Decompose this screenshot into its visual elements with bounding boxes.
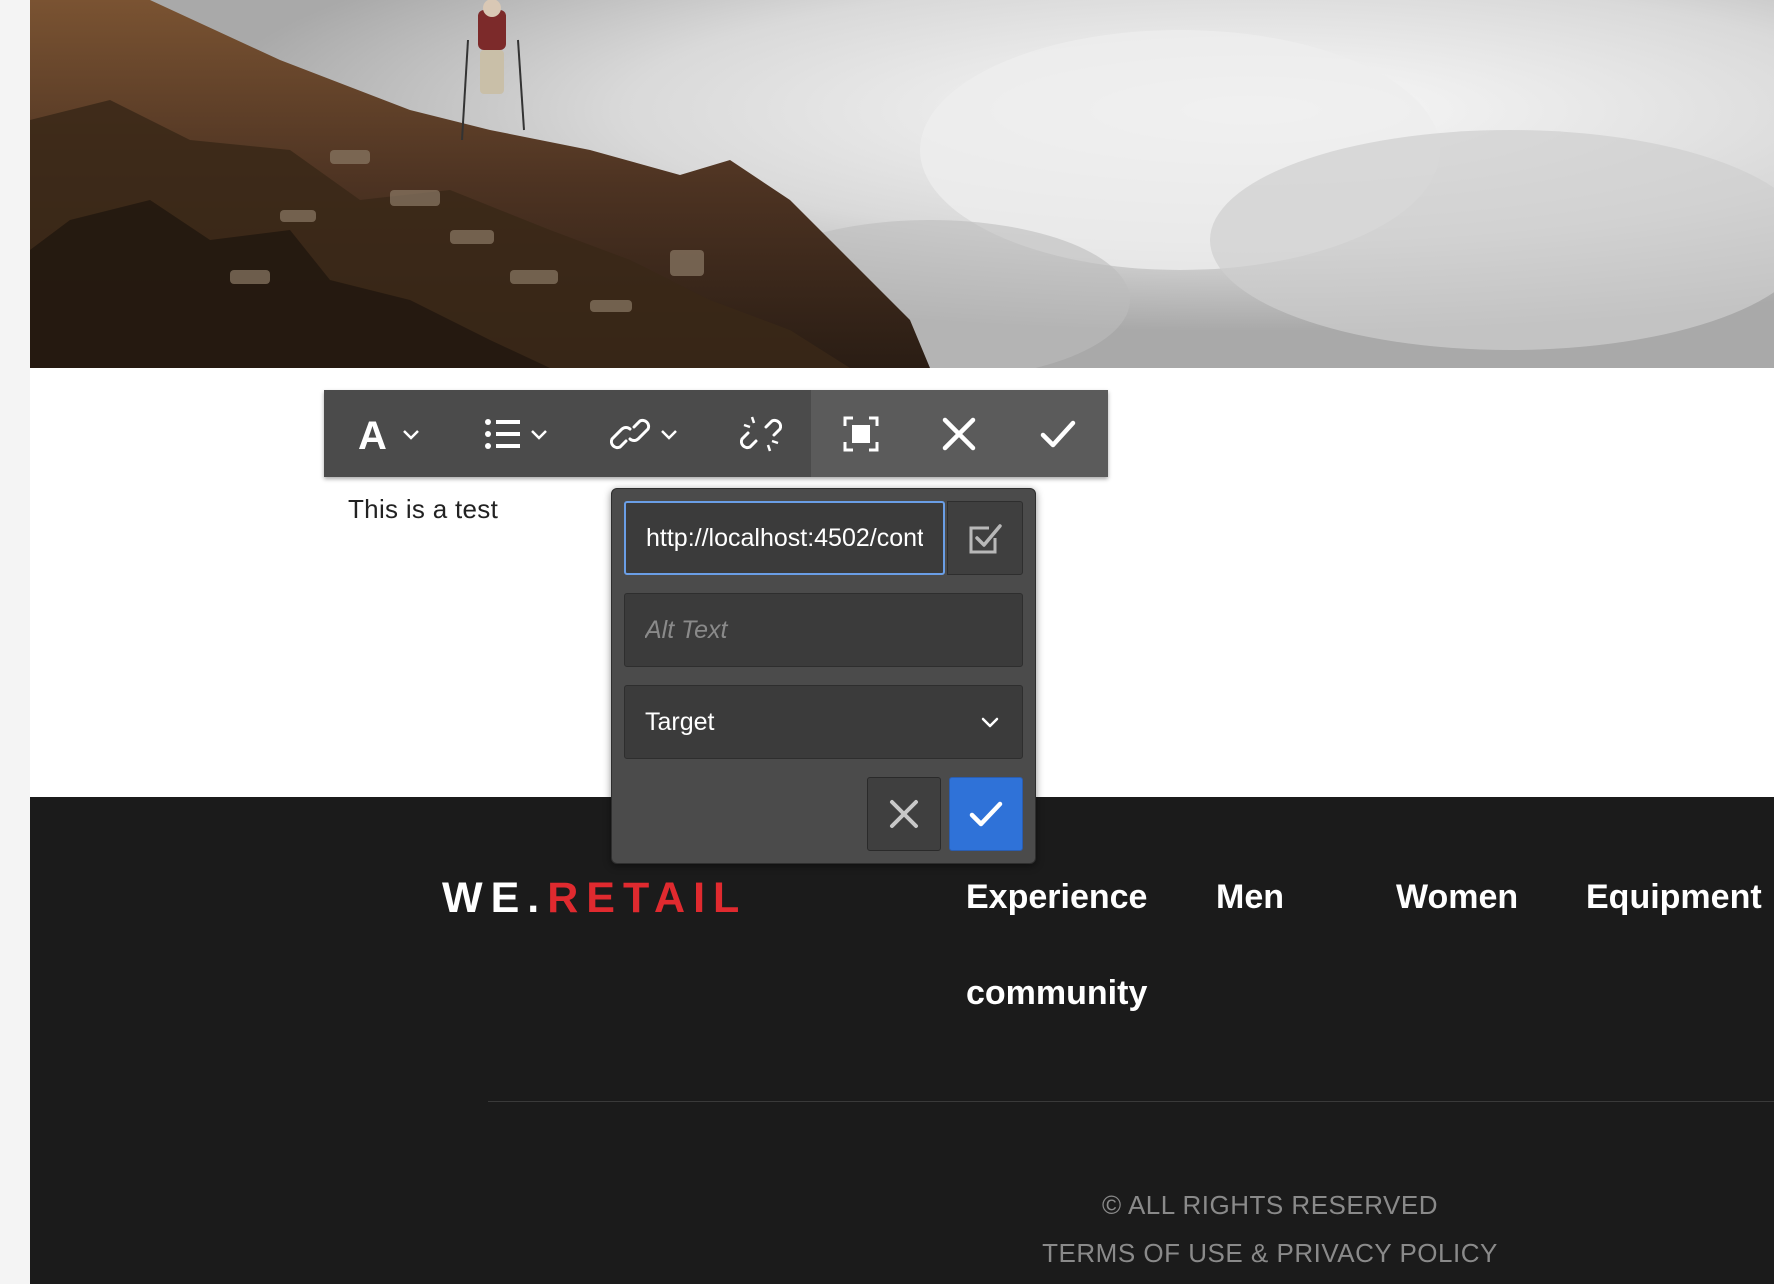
save-button[interactable] — [1008, 390, 1108, 477]
site-footer: WE.RETAIL Experience Men Women Equipment… — [30, 797, 1774, 1284]
mountain-hiker-photo — [30, 0, 1774, 368]
list-icon — [485, 418, 547, 449]
we-retail-logo[interactable]: WE.RETAIL — [442, 874, 747, 923]
svg-text:A: A — [358, 414, 387, 458]
list-button[interactable] — [452, 390, 580, 477]
url-input[interactable] — [624, 501, 945, 575]
dialog-cancel-button[interactable] — [867, 777, 941, 851]
page: A This is a test WE.RETAIL Experience Me… — [30, 0, 1774, 1284]
logo-retail: RETAIL — [547, 874, 748, 922]
logo-we: WE. — [442, 874, 548, 922]
fullscreen-icon — [843, 416, 878, 451]
cancel-button[interactable] — [910, 390, 1008, 477]
rich-text-content[interactable]: This is a test — [348, 494, 498, 525]
alt-text-input[interactable] — [624, 593, 1023, 667]
close-icon — [942, 417, 976, 450]
footer-nav-experience[interactable]: Experience — [966, 878, 1147, 917]
link-icon — [609, 418, 677, 449]
footer-nav-men[interactable]: Men — [1216, 878, 1284, 917]
target-select-label: Target — [645, 707, 715, 736]
url-browse-button[interactable] — [947, 501, 1023, 575]
unlink-button[interactable] — [711, 390, 811, 477]
footer-nav-women[interactable]: Women — [1396, 878, 1518, 917]
copyright-text: © ALL RIGHTS RESERVED — [1102, 1190, 1438, 1220]
unlink-icon — [739, 416, 783, 451]
format-button[interactable]: A — [324, 390, 452, 477]
checkmark-icon — [1040, 420, 1076, 447]
target-select[interactable]: Target — [624, 685, 1023, 759]
footer-nav-equipment[interactable]: Equipment — [1586, 878, 1762, 917]
link-button[interactable] — [580, 390, 711, 477]
legal-link[interactable]: TERMS OF USE & PRIVACY POLICY — [820, 1238, 1720, 1269]
text-format-icon: A — [358, 414, 419, 458]
checkbox-checked-icon — [969, 524, 1002, 554]
close-icon — [890, 800, 918, 828]
toolbar-action-group — [811, 390, 1108, 477]
hero-image — [30, 0, 1774, 368]
fullscreen-button[interactable] — [811, 390, 910, 477]
rich-text-toolbar: A — [324, 390, 1108, 477]
footer-divider — [488, 1101, 1774, 1102]
dialog-apply-button[interactable] — [949, 777, 1023, 851]
checkmark-icon — [969, 801, 1003, 827]
link-dialog: Target — [611, 488, 1036, 864]
chevron-down-icon — [981, 717, 999, 728]
toolbar-format-group: A — [324, 390, 811, 477]
footer-nav-community[interactable]: community — [966, 974, 1147, 1013]
